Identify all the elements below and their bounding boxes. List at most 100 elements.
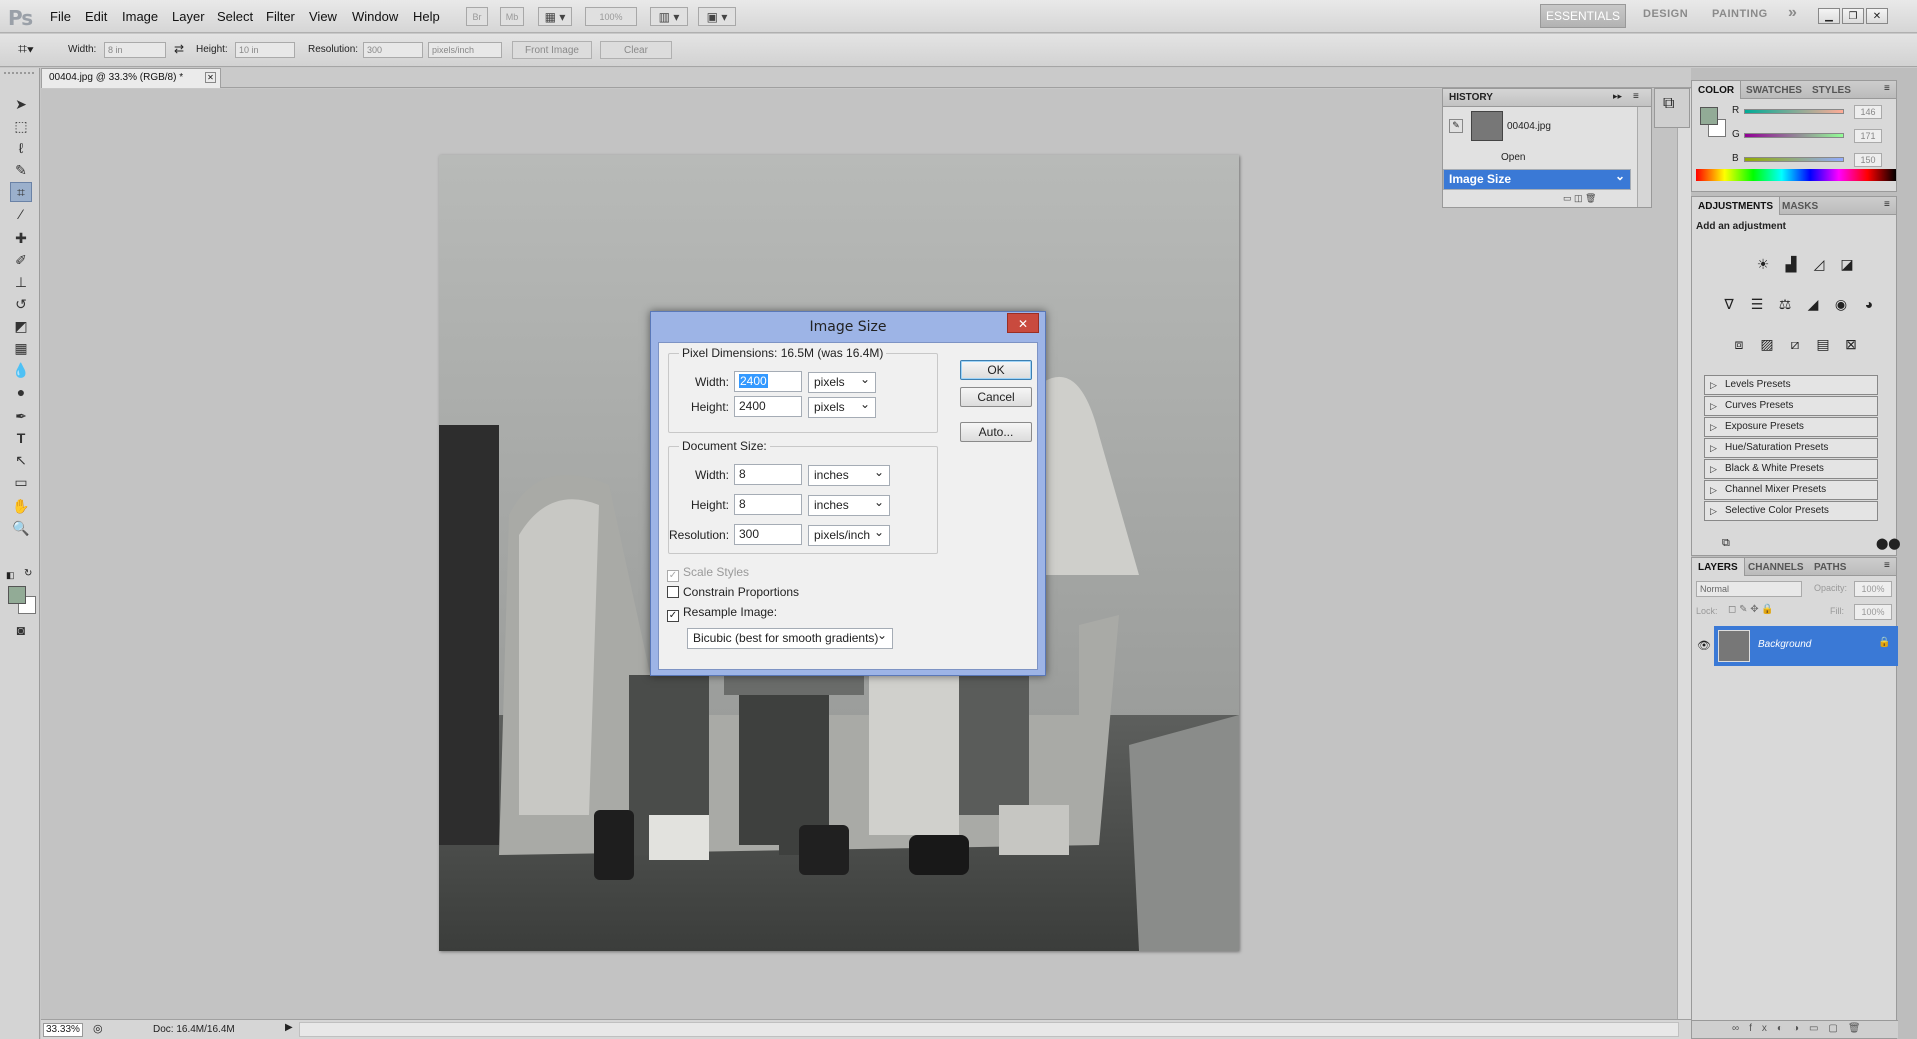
menu-filter[interactable]: Filter bbox=[266, 9, 295, 24]
menu-view[interactable]: View bbox=[309, 9, 337, 24]
front-image-button[interactable]: Front Image bbox=[512, 41, 592, 59]
mini-bridge-button[interactable]: Mb bbox=[500, 7, 524, 26]
panel-menu-icon[interactable]: ≡ bbox=[1884, 560, 1890, 571]
document-height-input[interactable]: 8 bbox=[734, 494, 802, 515]
pixel-width-unit-select[interactable]: pixels bbox=[808, 370, 876, 393]
menu-image[interactable]: Image bbox=[122, 9, 158, 24]
document-height-unit-select[interactable]: inches bbox=[808, 493, 890, 516]
color-balance-icon[interactable]: ⚖ bbox=[1774, 293, 1796, 315]
document-tab[interactable]: 00404.jpg @ 33.3% (RGB/8) * ✕ bbox=[41, 68, 221, 88]
auto-button[interactable]: Auto... bbox=[960, 422, 1032, 442]
quick-selection-tool-icon[interactable]: ✎ bbox=[10, 160, 32, 180]
bridge-button[interactable]: Br bbox=[466, 7, 488, 26]
layer-row-background[interactable]: Background 🔒 bbox=[1714, 626, 1898, 666]
green-value[interactable]: 171 bbox=[1854, 129, 1882, 143]
workspace-essentials[interactable]: ESSENTIALS bbox=[1540, 4, 1626, 28]
path-selection-tool-icon[interactable]: ↖ bbox=[10, 450, 32, 470]
healing-brush-tool-icon[interactable]: ✚ bbox=[10, 228, 32, 248]
tab-layers[interactable]: LAYERS bbox=[1692, 558, 1745, 576]
hand-tool-icon[interactable]: ✋ bbox=[10, 496, 32, 516]
zoom-tool-icon[interactable]: 🔍 bbox=[10, 518, 32, 538]
resolution-input[interactable]: 300 bbox=[734, 524, 802, 545]
blur-tool-icon[interactable]: 💧 bbox=[10, 360, 32, 380]
hue-saturation-icon[interactable]: ☰ bbox=[1746, 293, 1768, 315]
panel-menu-icon[interactable]: ≡ bbox=[1633, 91, 1639, 102]
blue-value[interactable]: 150 bbox=[1854, 153, 1882, 167]
status-info-icon[interactable]: ◎ bbox=[93, 1022, 103, 1035]
panel-menu-icon[interactable]: ≡ bbox=[1884, 199, 1890, 210]
photo-filter-icon[interactable]: ◉ bbox=[1830, 293, 1852, 315]
color-spectrum-bar[interactable] bbox=[1696, 169, 1896, 181]
preset-black-white[interactable]: Black & White Presets bbox=[1704, 459, 1878, 479]
brightness-contrast-icon[interactable]: ☀ bbox=[1752, 253, 1774, 275]
marquee-tool-icon[interactable]: ⬚ bbox=[10, 116, 32, 136]
menu-file[interactable]: File bbox=[50, 9, 71, 24]
tab-channels[interactable]: CHANNELS bbox=[1742, 558, 1810, 576]
zoom-field[interactable]: 33.33% bbox=[43, 1023, 83, 1037]
clone-stamp-tool-icon[interactable]: ⊥ bbox=[10, 272, 32, 292]
tab-adjustments[interactable]: ADJUSTMENTS bbox=[1692, 197, 1781, 215]
collapse-panel-icon[interactable]: ▸▸ bbox=[1613, 91, 1622, 102]
snapshot-label[interactable]: 00404.jpg bbox=[1507, 121, 1551, 132]
menu-help[interactable]: Help bbox=[413, 9, 440, 24]
arrange-documents-icon[interactable]: ▥ ▾ bbox=[650, 7, 688, 26]
preset-hue-saturation[interactable]: Hue/Saturation Presets bbox=[1704, 438, 1878, 458]
posterize-icon[interactable]: ▨ bbox=[1756, 333, 1778, 355]
width-input[interactable]: 8 in bbox=[104, 42, 166, 58]
pixel-width-input[interactable]: 2400 bbox=[734, 371, 802, 392]
type-tool-icon[interactable]: T bbox=[10, 428, 32, 448]
gradient-map-icon[interactable]: ▤ bbox=[1812, 333, 1834, 355]
shape-tool-icon[interactable]: ▭ bbox=[10, 472, 32, 492]
exposure-icon[interactable]: ◪ bbox=[1836, 253, 1858, 275]
preset-selective-color[interactable]: Selective Color Presets bbox=[1704, 501, 1878, 521]
menu-layer[interactable]: Layer bbox=[172, 9, 205, 24]
blue-slider[interactable]: B 150 bbox=[1732, 153, 1892, 167]
cancel-button[interactable]: Cancel bbox=[960, 387, 1032, 407]
history-panel-icon[interactable]: ⧉ bbox=[1663, 95, 1674, 113]
constrain-proportions-checkbox[interactable]: Constrain Proportions bbox=[667, 585, 799, 599]
fill-field[interactable]: 100% bbox=[1854, 604, 1892, 620]
resolution-unit-select[interactable]: pixels/inch bbox=[808, 523, 890, 546]
channel-mixer-icon[interactable]: ◕ bbox=[1858, 293, 1880, 315]
history-item-selected[interactable]: Image Size bbox=[1443, 167, 1631, 190]
blue-track[interactable] bbox=[1744, 157, 1844, 162]
crop-tool-icon[interactable]: ⌗ bbox=[10, 182, 32, 202]
preset-channel-mixer[interactable]: Channel Mixer Presets bbox=[1704, 480, 1878, 500]
eyedropper-tool-icon[interactable]: ⁄ bbox=[10, 204, 32, 224]
swap-icon[interactable]: ⇄ bbox=[174, 42, 184, 56]
green-track[interactable] bbox=[1744, 133, 1844, 138]
red-value[interactable]: 146 bbox=[1854, 105, 1882, 119]
menu-window[interactable]: Window bbox=[352, 9, 398, 24]
document-width-input[interactable]: 8 bbox=[734, 464, 802, 485]
black-white-icon[interactable]: ◢ bbox=[1802, 293, 1824, 315]
ok-button[interactable]: OK bbox=[960, 360, 1032, 380]
close-icon[interactable]: ✕ bbox=[1866, 8, 1888, 24]
pixel-height-unit-select[interactable]: pixels bbox=[808, 395, 876, 418]
opacity-field[interactable]: 100% bbox=[1854, 581, 1892, 597]
clip-to-layer-icon[interactable]: ⧉ bbox=[1722, 537, 1730, 550]
workspace-painting[interactable]: PAINTING bbox=[1712, 8, 1768, 20]
gradient-tool-icon[interactable]: ▦ bbox=[10, 338, 32, 358]
brush-tool-icon[interactable]: ✐ bbox=[10, 250, 32, 270]
panel-menu-icon[interactable]: ≡ bbox=[1884, 83, 1890, 94]
snapshot-source-icon[interactable]: ✎ bbox=[1449, 119, 1463, 133]
resolution-input[interactable]: 300 bbox=[363, 42, 423, 58]
history-item[interactable]: Open bbox=[1443, 149, 1631, 167]
resample-image-checkbox[interactable]: ✓ Resample Image: bbox=[667, 605, 777, 622]
red-slider[interactable]: R 146 bbox=[1732, 105, 1892, 119]
tab-swatches[interactable]: SWATCHES bbox=[1740, 81, 1808, 99]
tab-masks[interactable]: MASKS bbox=[1776, 197, 1824, 215]
tab-paths[interactable]: PATHS bbox=[1808, 558, 1852, 576]
tab-styles[interactable]: STYLES bbox=[1806, 81, 1857, 99]
adjustment-options-icon[interactable]: ⬤⬤ bbox=[1876, 537, 1901, 550]
collapsed-panel-dock[interactable]: ⧉ bbox=[1654, 88, 1690, 128]
dodge-tool-icon[interactable]: ● bbox=[10, 382, 32, 402]
eraser-tool-icon[interactable]: ◩ bbox=[10, 316, 32, 336]
pixel-height-input[interactable]: 2400 bbox=[734, 396, 802, 417]
foreground-color-swatch[interactable] bbox=[1700, 107, 1718, 125]
move-tool-icon[interactable]: ➤ bbox=[10, 94, 32, 114]
invert-icon[interactable]: ⧈ bbox=[1728, 333, 1750, 355]
default-colors-icon[interactable]: ◧ bbox=[6, 570, 15, 581]
restore-icon[interactable]: ❐ bbox=[1842, 8, 1864, 24]
layer-name[interactable]: Background bbox=[1758, 639, 1811, 650]
